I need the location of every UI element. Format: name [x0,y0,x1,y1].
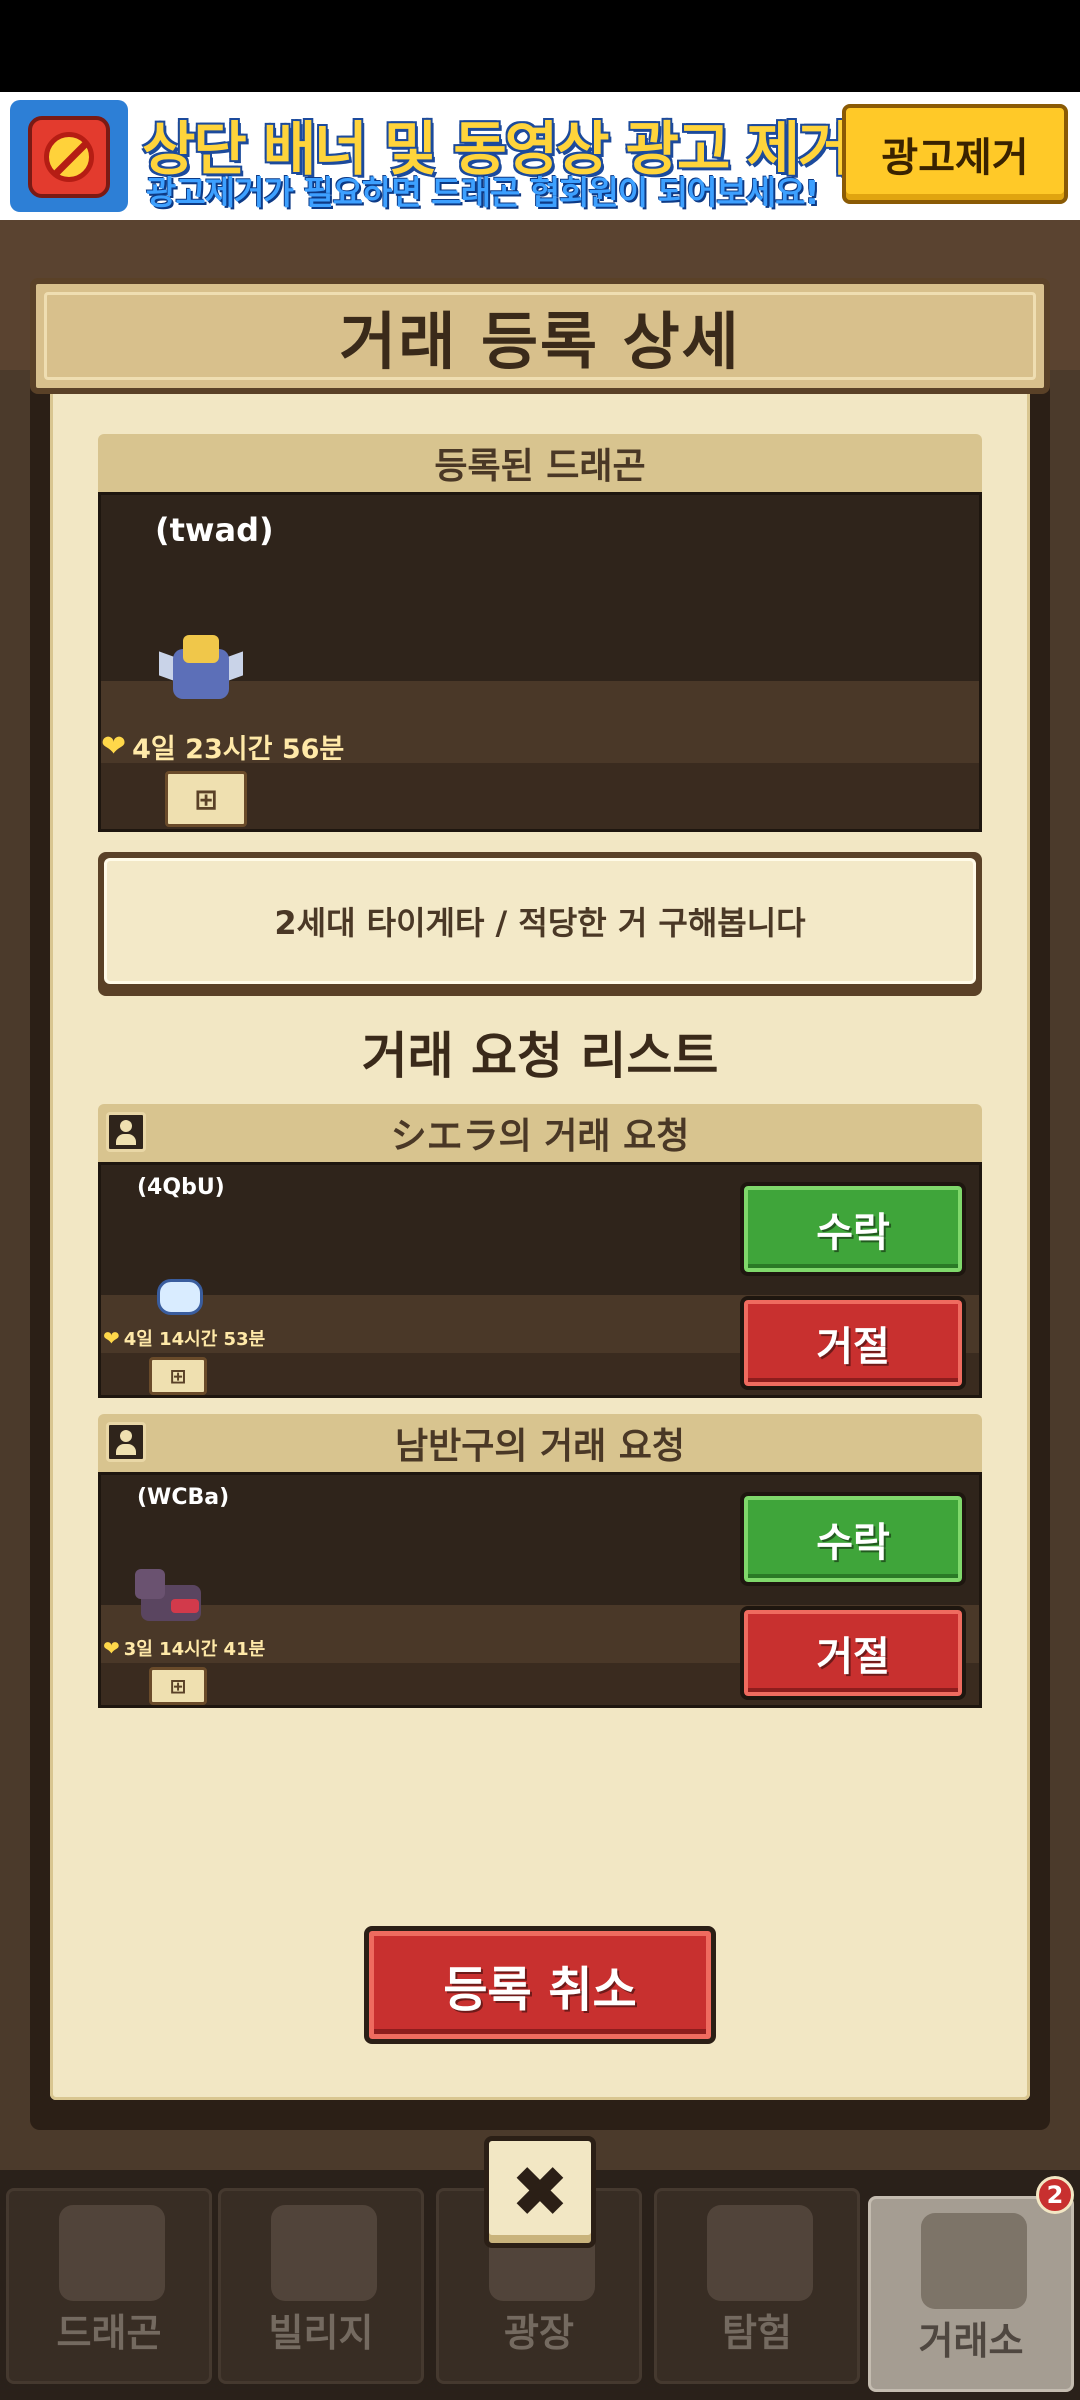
user-icon[interactable] [106,1112,146,1152]
heart-icon: ❤ [101,729,127,764]
modal-title-bar: 거래 등록 상세 [30,278,1050,394]
time-remaining-text: 3일 14시간 41분 [123,1639,266,1660]
ad-subtitle: 광고제거가 필요하면 드래곤 협회원이 되어보세요! [146,173,820,212]
request-header-label: シエラ의 거래 요청 [390,1116,690,1157]
modal-title: 거래 등록 상세 [339,305,741,378]
request-header: 남반구의 거래 요청 [98,1414,982,1472]
family-tree-icon[interactable]: ⊞ [149,1357,207,1395]
heart-icon: ❤ [103,1636,120,1660]
accept-button[interactable]: 수락 [740,1182,966,1276]
scale-icon [921,2213,1027,2309]
request-header: シエラ의 거래 요청 [98,1104,982,1162]
notification-badge: 2 [1036,2176,1074,2214]
status-bar [0,0,1080,92]
heart-icon: ❤ [103,1326,120,1350]
compass-icon [707,2205,813,2301]
user-icon[interactable] [106,1422,146,1462]
ad-banner[interactable]: 상단 배너 및 동영상 광고 제거! 광고제거가 필요하면 드래곤 협회원이 되… [0,92,1080,220]
dragon-nickname: (WCBa) [137,1485,230,1510]
time-remaining-text: 4일 23시간 56분 [132,734,345,765]
dragon-nickname: (4QbU) [137,1175,225,1200]
nav-label: 빌리지 [268,2311,374,2355]
family-tree-icon[interactable]: ⊞ [149,1667,207,1705]
registered-dragon-card[interactable]: (twad) ❤ 4일 23시간 56분 ⊞ [98,492,982,832]
nav-label: 탐험 [722,2311,792,2355]
time-remaining: ❤ 4일 23시간 56분 [101,727,344,766]
dragon-nickname: (twad) [155,511,274,549]
dragon-sprite [151,1269,205,1317]
nav-label: 드래곤 [56,2311,162,2355]
nav-label: 거래소 [918,2319,1024,2363]
trade-message-box: 2세대 타이게타 / 적당한 거 구해봅니다 [98,852,982,996]
dragon-icon [59,2205,165,2301]
reject-button[interactable]: 거절 [740,1606,966,1700]
family-tree-icon[interactable]: ⊞ [165,771,247,827]
no-ads-clock-icon [10,100,128,212]
trade-message: 2세대 타이게타 / 적당한 거 구해봅니다 [104,858,976,984]
nav-dragon[interactable]: 드래곤 [6,2188,212,2384]
close-icon[interactable]: ✖ [484,2136,596,2248]
registered-dragon-header: 등록된 드래곤 [98,434,982,492]
cancel-registration-button[interactable]: 등록 취소 [364,1926,716,2044]
village-icon [271,2205,377,2301]
accept-button[interactable]: 수락 [740,1492,966,1586]
time-remaining: ❤ 4일 14시간 53분 [103,1325,265,1351]
time-remaining: ❤ 3일 14시간 41분 [103,1635,265,1661]
remove-ads-button[interactable]: 광고제거 [842,104,1068,204]
time-remaining-text: 4일 14시간 53분 [123,1329,266,1350]
reject-button[interactable]: 거절 [740,1296,966,1390]
dragon-sprite [159,635,243,705]
request-header-label: 남반구의 거래 요청 [394,1426,686,1467]
nav-village[interactable]: 빌리지 [218,2188,424,2384]
dragon-sprite [135,1569,207,1627]
request-list-title: 거래 요청 리스트 [361,1027,719,1085]
nav-label: 광장 [504,2311,574,2355]
nav-explore[interactable]: 탐험 [654,2188,860,2384]
nav-exchange[interactable]: 거래소 [868,2196,1074,2392]
